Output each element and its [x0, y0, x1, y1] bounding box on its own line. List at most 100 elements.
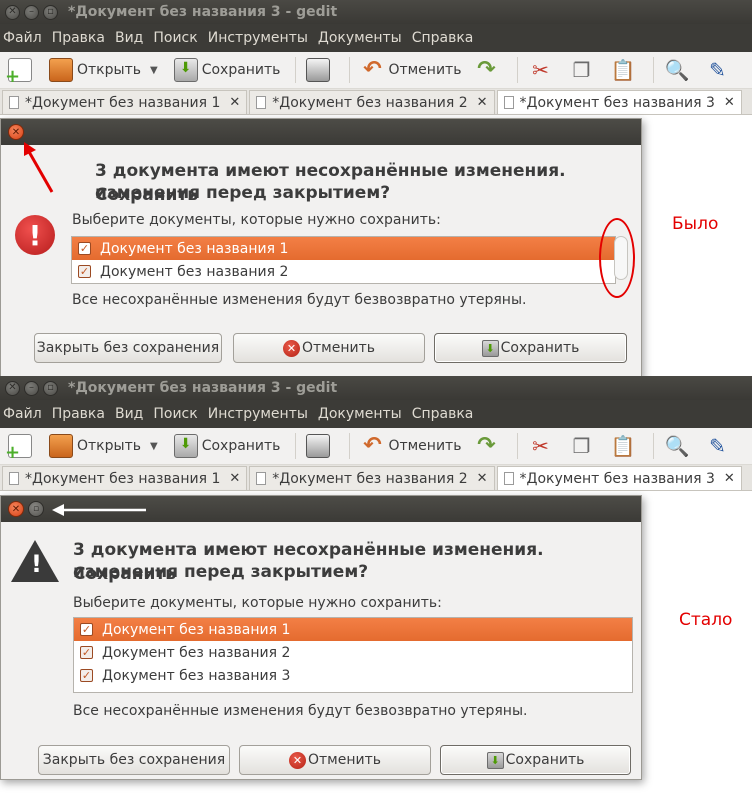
after-label: Стало — [679, 610, 733, 630]
maximize-window-button[interactable]: ▫ — [43, 4, 58, 20]
menu-edit[interactable]: Правка — [52, 30, 105, 46]
list-item[interactable]: ✓ Документ без названия 2 — [74, 641, 632, 664]
cancel-button[interactable]: ✕ Отменить — [233, 333, 425, 363]
minimize-dialog-button[interactable]: ▫ — [28, 501, 44, 517]
menu-help[interactable]: Справка — [412, 30, 474, 46]
save-label: Сохранить — [201, 438, 281, 454]
menu-tools[interactable]: Инструменты — [208, 30, 308, 46]
cut-button[interactable]: ✂ — [524, 55, 560, 85]
checkbox[interactable]: ✓ — [80, 646, 93, 659]
new-document-button[interactable] — [4, 431, 40, 463]
save-changes-dialog: ✕ ▫ ! 3 документа имеют несохранённые из… — [0, 495, 642, 780]
list-item[interactable]: ✓ Документ без названия 1 — [74, 618, 632, 641]
print-button[interactable] — [302, 431, 338, 461]
toolbar-separator — [295, 433, 297, 459]
tab-document-2[interactable]: *Документ без названия 2 ✕ — [249, 466, 495, 490]
document-tabs: *Документ без названия 1 ✕ *Документ без … — [0, 465, 752, 491]
search-replace-icon: ✎ — [709, 58, 726, 82]
close-window-button[interactable]: ✕ — [5, 4, 20, 20]
printer-icon — [306, 434, 331, 458]
cancel-button[interactable]: ✕ Отменить — [239, 745, 431, 775]
print-button[interactable] — [302, 55, 338, 85]
tab-document-3[interactable]: *Документ без названия 3 ✕ — [496, 90, 742, 114]
close-tab-icon[interactable]: ✕ — [229, 471, 240, 486]
search-icon: 🔍 — [664, 434, 690, 458]
minimize-window-button[interactable]: – — [24, 380, 39, 396]
minimize-window-button[interactable]: – — [24, 4, 39, 20]
close-window-button[interactable]: ✕ — [5, 380, 20, 396]
close-without-saving-button[interactable]: Закрыть без сохранения — [34, 333, 222, 363]
tab-document-3[interactable]: *Документ без названия 3 ✕ — [496, 466, 742, 490]
list-item[interactable]: ✓ Документ без названия 3 — [74, 664, 632, 687]
undo-icon: ↶ — [363, 57, 382, 82]
replace-button[interactable]: ✎ — [701, 431, 737, 461]
search-button[interactable]: 🔍 — [660, 431, 696, 461]
save-icon — [173, 58, 198, 82]
menu-view[interactable]: Вид — [115, 30, 143, 46]
document-icon — [256, 96, 267, 109]
menu-file[interactable]: Файл — [3, 406, 42, 422]
close-tab-icon[interactable]: ✕ — [724, 95, 735, 110]
cut-button[interactable]: ✂ — [524, 431, 560, 461]
new-document-button[interactable] — [4, 55, 40, 87]
paste-button[interactable]: 📋 — [606, 55, 642, 85]
menu-file[interactable]: Файл — [3, 30, 42, 46]
list-item[interactable]: ✓ Документ без названия 1 — [72, 237, 615, 260]
dialog-headline-line2: изменения перед закрытием? — [95, 183, 391, 203]
menu-documents[interactable]: Документы — [318, 30, 402, 46]
open-recent-dropdown[interactable]: ▼ — [150, 441, 158, 452]
checkbox[interactable]: ✓ — [78, 265, 91, 278]
tab-document-1[interactable]: *Документ без названия 1 ✕ — [2, 466, 248, 490]
save-dialog-button[interactable]: ⬇ Сохранить — [434, 333, 627, 363]
save-changes-dialog: ✕ ! 3 документа имеют несохранённые изме… — [0, 118, 642, 376]
replace-button[interactable]: ✎ — [701, 55, 737, 85]
window-titlebar: ✕ – ▫ *Документ без названия 3 - gedit — [0, 376, 752, 400]
menu-search[interactable]: Поиск — [153, 406, 197, 422]
tab-document-2[interactable]: *Документ без названия 2 ✕ — [249, 90, 495, 114]
save-dialog-button[interactable]: ⬇ Сохранить — [440, 745, 631, 775]
close-dialog-button[interactable]: ✕ — [8, 124, 24, 140]
checkbox[interactable]: ✓ — [78, 242, 91, 255]
tab-label: *Документ без названия 3 — [519, 94, 715, 111]
menu-help[interactable]: Справка — [412, 406, 474, 422]
open-button[interactable]: Открыть — [45, 55, 145, 85]
copy-button[interactable]: ❐ — [565, 431, 601, 461]
undo-button[interactable]: ↶ Отменить — [356, 431, 465, 461]
redo-button[interactable]: ↷ — [470, 431, 506, 461]
document-icon — [503, 96, 514, 109]
save-button[interactable]: Сохранить — [170, 55, 285, 85]
close-without-saving-button[interactable]: Закрыть без сохранения — [38, 745, 230, 775]
toolbar-separator — [517, 57, 519, 83]
close-dialog-button[interactable]: ✕ — [8, 501, 24, 517]
redo-button[interactable]: ↷ — [470, 55, 506, 85]
close-tab-icon[interactable]: ✕ — [724, 471, 735, 486]
menu-tools[interactable]: Инструменты — [208, 406, 308, 422]
toolbar-separator — [295, 57, 297, 83]
list-item[interactable]: ✓ Документ без названия 2 — [72, 260, 615, 283]
maximize-window-button[interactable]: ▫ — [43, 380, 58, 396]
save-button[interactable]: Сохранить — [170, 431, 285, 461]
menu-search[interactable]: Поиск — [153, 30, 197, 46]
paste-button[interactable]: 📋 — [606, 431, 642, 461]
close-tab-icon[interactable]: ✕ — [477, 95, 488, 110]
close-tab-icon[interactable]: ✕ — [477, 471, 488, 486]
menu-edit[interactable]: Правка — [52, 406, 105, 422]
undo-label: Отменить — [388, 438, 462, 454]
copy-button[interactable]: ❐ — [565, 55, 601, 85]
open-button[interactable]: Открыть — [45, 431, 145, 461]
checkbox[interactable]: ✓ — [80, 669, 93, 682]
menu-view[interactable]: Вид — [115, 406, 143, 422]
toolbar: Открыть ▼ Сохранить ↶Отменить ↷ ✂ ❐ 📋 🔍 … — [0, 52, 752, 89]
open-recent-dropdown[interactable]: ▼ — [150, 65, 158, 76]
warning-icon: ! — [11, 540, 59, 582]
dialog-subtitle: Выберите документы, которые нужно сохран… — [73, 595, 442, 611]
copy-icon: ❐ — [572, 58, 591, 82]
button-label: Закрыть без сохранения — [42, 752, 226, 768]
tab-document-1[interactable]: *Документ без названия 1 ✕ — [2, 90, 248, 114]
close-tab-icon[interactable]: ✕ — [229, 95, 240, 110]
list-item-label: Документ без названия 3 — [102, 667, 291, 684]
menu-documents[interactable]: Документы — [318, 406, 402, 422]
search-button[interactable]: 🔍 — [660, 55, 696, 85]
checkbox[interactable]: ✓ — [80, 623, 93, 636]
undo-button[interactable]: ↶ Отменить — [356, 55, 465, 85]
